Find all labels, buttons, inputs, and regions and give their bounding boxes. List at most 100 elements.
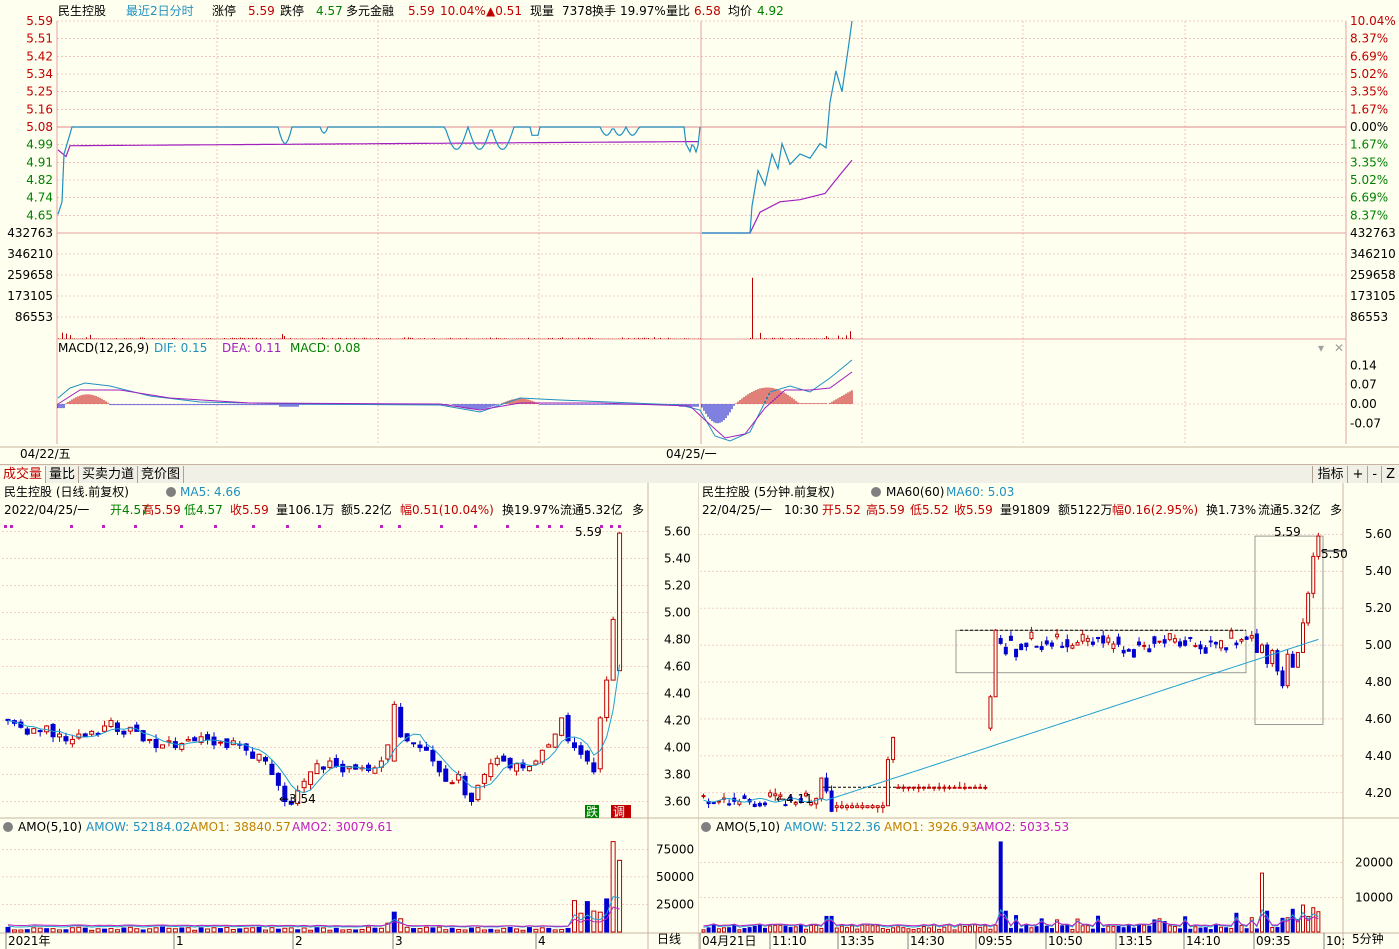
5min-ma-value: MA60: 5.03 bbox=[946, 485, 1014, 499]
zoom-out-button[interactable]: - bbox=[1367, 465, 1381, 483]
close-icon[interactable]: ✕ bbox=[1334, 341, 1344, 355]
amo-bar bbox=[147, 928, 153, 933]
candle-body bbox=[916, 786, 921, 789]
candle-body bbox=[1157, 640, 1162, 643]
candle-body bbox=[757, 802, 762, 807]
daily-period[interactable]: 日线 bbox=[657, 932, 681, 946]
mode-label[interactable]: 最近2日分时 bbox=[126, 4, 194, 18]
volume-bar bbox=[318, 338, 319, 339]
candle-body bbox=[855, 805, 860, 809]
tab-volume-ratio[interactable]: 量比 bbox=[46, 465, 80, 483]
ma-toggle-icon[interactable] bbox=[166, 487, 176, 497]
daily-title[interactable]: 民生控股 (日线.前复权) bbox=[4, 484, 129, 499]
candle-body bbox=[1008, 635, 1013, 641]
daily-amo-label[interactable]: AMO(5,10) bbox=[18, 820, 82, 834]
daily-amo1: AMO1: 38840.57 bbox=[190, 820, 291, 834]
5min-title[interactable]: 民生控股 (5分钟.前复权) bbox=[702, 484, 835, 499]
macd-label[interactable]: MACD(12,26,9) bbox=[58, 341, 149, 355]
candle-body bbox=[1254, 633, 1259, 653]
amo-toggle-icon[interactable] bbox=[3, 822, 13, 832]
amo-bar bbox=[359, 928, 365, 933]
stock-name[interactable]: 民生控股 bbox=[58, 4, 106, 18]
5min-date: 22/04/25/一 bbox=[702, 503, 772, 517]
amo-bar bbox=[742, 928, 747, 933]
5min-kline-chart[interactable]: 5.60 5.40 5.20 5.00 4.80 4.60 4.40 4.20 20000 10… bbox=[698, 483, 1399, 949]
volume-bar bbox=[338, 337, 339, 339]
volume-bar bbox=[828, 337, 829, 339]
candle-body bbox=[1024, 642, 1029, 648]
volume-bar bbox=[362, 338, 363, 339]
ma60-toggle-icon[interactable] bbox=[871, 487, 881, 497]
amo-bar bbox=[205, 928, 211, 933]
amo-bar bbox=[166, 927, 172, 933]
indicator-tab-bar: 成交量 量比 买卖力道 竞价图 指标 + - Z bbox=[0, 464, 1399, 484]
indicator-button[interactable]: 指标 bbox=[1312, 465, 1347, 483]
5min-amow: AMOW: 5122.36 bbox=[784, 820, 881, 834]
tab-auction[interactable]: 竞价图 bbox=[138, 465, 185, 483]
volume-bar bbox=[410, 337, 411, 339]
5min-low: 低5.52 bbox=[910, 503, 949, 517]
candle-body bbox=[1178, 641, 1183, 647]
candle-body bbox=[1044, 640, 1049, 645]
volume-bar bbox=[242, 337, 243, 339]
5min-amo-label[interactable]: AMO(5,10) bbox=[716, 820, 780, 834]
candle-body bbox=[711, 802, 716, 805]
tab-volume[interactable]: 成交量 bbox=[0, 465, 47, 483]
candle-body bbox=[121, 730, 127, 735]
volume-bar bbox=[172, 338, 173, 339]
5min-price-tick: 4.20 bbox=[1365, 786, 1392, 800]
amo-bar bbox=[546, 927, 552, 933]
amo-bar bbox=[1065, 924, 1070, 933]
candle-body bbox=[762, 802, 767, 806]
amo-bar bbox=[288, 927, 294, 933]
volume-bar bbox=[238, 338, 239, 339]
amo-bar bbox=[711, 924, 716, 933]
volume-bar bbox=[562, 337, 563, 339]
amo-bar bbox=[372, 927, 378, 933]
5min-x-label: 14:10 bbox=[1186, 934, 1221, 948]
price-tick: 5.25 bbox=[26, 85, 53, 99]
5min-ma-label: MA60(60) bbox=[886, 485, 944, 499]
amo-bar bbox=[870, 925, 875, 933]
pct-tick: 6.69% bbox=[1350, 191, 1388, 205]
daily-more[interactable]: 多 bbox=[632, 503, 644, 517]
5min-period[interactable]: 5分钟 bbox=[1352, 931, 1384, 946]
amo-bar bbox=[50, 928, 56, 933]
candle-body bbox=[983, 786, 988, 789]
sector-tag[interactable]: 多元金融 bbox=[346, 3, 394, 18]
pct-tick: 5.02% bbox=[1350, 173, 1388, 187]
5min-price-tick: 5.20 bbox=[1365, 601, 1392, 615]
amo-bar bbox=[880, 928, 885, 933]
tab-buy-sell-power[interactable]: 买卖力道 bbox=[79, 465, 139, 483]
candle-body bbox=[988, 696, 993, 729]
volume-bar bbox=[232, 337, 233, 339]
5min-x-label: 14:30 bbox=[910, 934, 945, 948]
candle-body bbox=[891, 736, 896, 761]
intraday-chart[interactable]: 5.59 5.51 5.42 5.34 5.25 5.16 5.08 4.99 4.91 4.82… bbox=[0, 0, 1399, 464]
candle-body bbox=[768, 792, 773, 797]
volume-bar bbox=[350, 338, 351, 339]
amo-bar bbox=[1203, 927, 1208, 933]
volume-bar bbox=[518, 338, 519, 339]
volume-bar bbox=[504, 338, 505, 339]
daily-kline-chart[interactable]: 5.60 5.40 5.20 5.00 4.80 4.60 4.40 4.20 4.00 3.80… bbox=[0, 483, 698, 949]
collapse-icon[interactable]: ▾ bbox=[1318, 341, 1324, 355]
amo-bar bbox=[404, 926, 410, 933]
5min-amo-toggle-icon[interactable] bbox=[701, 822, 711, 832]
zoom-in-button[interactable]: + bbox=[1347, 465, 1367, 483]
5min-more[interactable]: 多 bbox=[1330, 503, 1342, 517]
amo-tick: 50000 bbox=[656, 870, 694, 884]
amo-bar bbox=[5, 926, 11, 933]
candle-body bbox=[552, 733, 558, 748]
volume-bar bbox=[498, 338, 499, 339]
candle-body bbox=[610, 618, 616, 681]
reset-zoom-button[interactable]: Z bbox=[1381, 465, 1399, 483]
amo-bar bbox=[727, 927, 732, 933]
5min-price-tick: 5.60 bbox=[1365, 527, 1392, 541]
candle-body bbox=[275, 772, 281, 786]
candle-body bbox=[921, 786, 926, 789]
candle-body bbox=[1224, 647, 1229, 651]
amo-bar bbox=[937, 928, 942, 933]
candle-body bbox=[1034, 645, 1039, 648]
volume-bar bbox=[684, 338, 685, 339]
